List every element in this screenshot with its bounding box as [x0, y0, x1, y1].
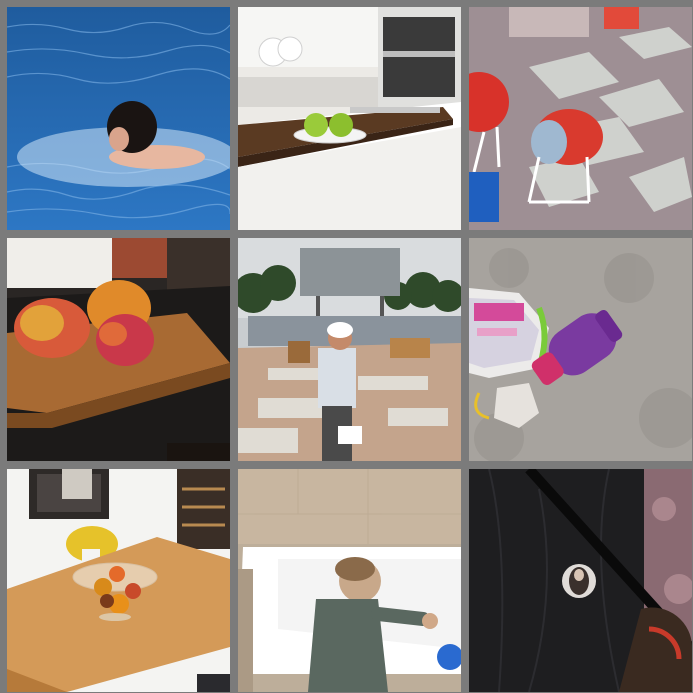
photo-fruit-bowl-table[interactable]	[7, 469, 230, 692]
kitchen-image	[238, 7, 461, 230]
image-grid	[0, 0, 693, 693]
fruit-bowl-image	[7, 469, 230, 692]
photo-swimmer-in-pool[interactable]	[7, 7, 230, 230]
photo-mangoes-tray[interactable]	[7, 238, 230, 461]
mangoes-image	[7, 238, 230, 461]
jacket-image	[469, 469, 692, 692]
photo-toys-on-carpet[interactable]	[469, 238, 692, 461]
photo-toddler-bathtub[interactable]	[238, 469, 461, 692]
swimmer-image	[7, 7, 230, 230]
photo-construction-site[interactable]	[238, 238, 461, 461]
construction-image	[238, 238, 461, 461]
patio-image	[469, 7, 692, 230]
photo-patio-chairs[interactable]	[469, 7, 692, 230]
toddler-image	[238, 469, 461, 692]
toys-image	[469, 238, 692, 461]
photo-kitchen-island[interactable]	[238, 7, 461, 230]
photo-dark-jacket-pin[interactable]	[469, 469, 692, 692]
